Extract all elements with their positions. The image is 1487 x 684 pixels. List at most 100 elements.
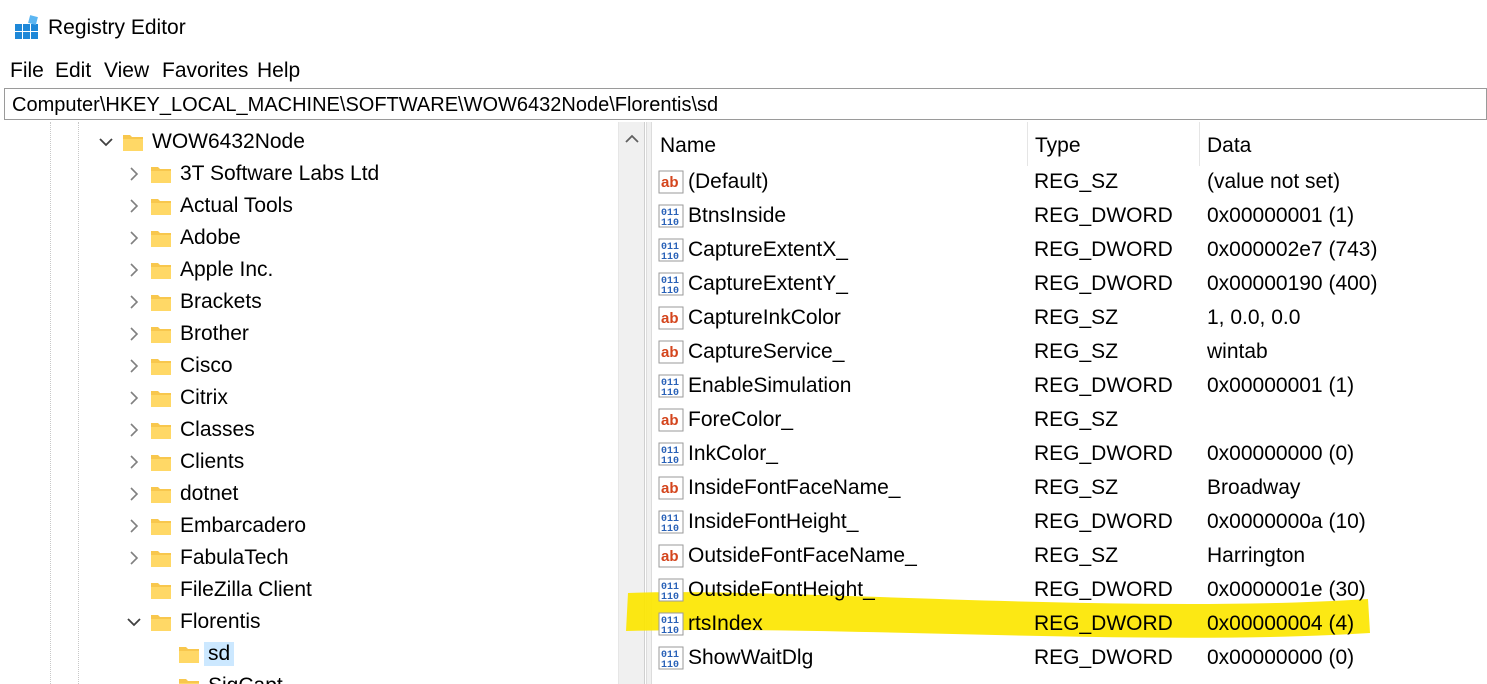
value-row[interactable]: 011 110 CaptureExtentY_ REG_DWORD 0x000001… — [652, 267, 1487, 301]
tree-node[interactable]: Embarcadero — [4, 511, 614, 541]
value-name[interactable]: rtsIndex — [688, 612, 763, 636]
chevron-right-icon[interactable] — [126, 486, 142, 502]
value-row[interactable]: 011 110 InsideFontHeight_ REG_DWORD 0x0000… — [652, 505, 1487, 539]
address-path[interactable]: Computer\HKEY_LOCAL_MACHINE\SOFTWARE\WOW… — [12, 94, 718, 117]
value-row[interactable]: ab OutsideFontFaceName_ REG_SZ Harrington — [652, 539, 1487, 573]
chevron-right-icon[interactable] — [126, 198, 142, 214]
value-row[interactable]: ab CaptureService_ REG_SZ wintab — [652, 335, 1487, 369]
value-row[interactable]: ab CaptureInkColor REG_SZ 1, 0.0, 0.0 — [652, 301, 1487, 335]
chevron-down-icon[interactable] — [126, 614, 142, 630]
tree-node[interactable]: FabulaTech — [4, 543, 614, 573]
value-row[interactable]: 011 110 CaptureExtentX_ REG_DWORD 0x000002… — [652, 233, 1487, 267]
scroll-up-arrow-icon[interactable] — [625, 134, 639, 144]
tree-node-label[interactable]: Adobe — [176, 226, 245, 250]
value-name[interactable]: OutsideFontFaceName_ — [688, 544, 917, 568]
value-name[interactable]: InkColor_ — [688, 442, 778, 466]
chevron-right-icon[interactable] — [126, 262, 142, 278]
tree-node-label[interactable]: Actual Tools — [176, 194, 297, 218]
value-row[interactable]: 011 110 rtsIndex REG_DWORD 0x00000004 (4) — [652, 607, 1487, 641]
svg-text:ab: ab — [661, 344, 679, 361]
tree-node-label[interactable]: Clients — [176, 450, 248, 474]
chevron-right-icon[interactable] — [126, 550, 142, 566]
tree-node-label[interactable]: SigCapt — [204, 674, 287, 684]
value-type: REG_SZ — [1034, 340, 1119, 363]
tree-node-label[interactable]: sd — [204, 642, 235, 666]
value-row[interactable]: 011 110 InkColor_ REG_DWORD 0x00000000 (0) — [652, 437, 1487, 471]
tree-node-label[interactable]: Brother — [176, 322, 253, 346]
tree-node[interactable]: Brackets — [4, 287, 614, 317]
chevron-right-icon[interactable] — [126, 454, 142, 470]
tree-node-label[interactable]: Brackets — [176, 290, 266, 314]
tree-node-label[interactable]: dotnet — [176, 482, 242, 506]
tree-node[interactable]: Citrix — [4, 383, 614, 413]
tree-node[interactable]: Adobe — [4, 223, 614, 253]
value-row[interactable]: ab (Default) REG_SZ (value not set) — [652, 165, 1487, 199]
tree-node[interactable]: Clients — [4, 447, 614, 477]
tree-node-label[interactable]: FileZilla Client — [176, 578, 316, 602]
value-row[interactable]: 011 110 OutsideFontHeight_ REG_DWORD 0x000… — [652, 573, 1487, 607]
values-list-pane[interactable]: Name Type Data ab (Default) REG_SZ (value … — [652, 122, 1487, 684]
chevron-right-icon[interactable] — [126, 230, 142, 246]
folder-icon — [151, 167, 171, 183]
tree-node-label[interactable]: Florentis — [176, 610, 265, 634]
value-name[interactable]: (Default) — [688, 170, 769, 194]
value-name[interactable]: CaptureService_ — [688, 340, 844, 364]
tree-node[interactable]: Classes — [4, 415, 614, 445]
chevron-down-icon[interactable] — [98, 134, 114, 150]
value-name[interactable]: ForeColor_ — [688, 408, 793, 432]
tree-node-label[interactable]: Classes — [176, 418, 259, 442]
tree-node[interactable]: sd — [4, 639, 614, 669]
tree-node[interactable]: Florentis — [4, 607, 614, 637]
value-row[interactable]: 011 110 EnableSimulation REG_DWORD 0x00000… — [652, 369, 1487, 403]
tree-node-label[interactable]: Citrix — [176, 386, 232, 410]
chevron-right-icon[interactable] — [126, 390, 142, 406]
tree-node-label[interactable]: WOW6432Node — [148, 130, 309, 154]
tree-node[interactable]: Actual Tools — [4, 191, 614, 221]
value-row[interactable]: ab InsideFontFaceName_ REG_SZ Broadway — [652, 471, 1487, 505]
tree-node-label[interactable]: Apple Inc. — [176, 258, 277, 282]
chevron-right-icon[interactable] — [126, 518, 142, 534]
value-type: REG_SZ — [1034, 408, 1119, 431]
tree-node[interactable]: WOW6432Node — [4, 127, 614, 157]
chevron-right-icon[interactable] — [126, 166, 142, 182]
tree-node[interactable]: Apple Inc. — [4, 255, 614, 285]
chevron-right-icon[interactable] — [126, 326, 142, 342]
tree-node-label[interactable]: Embarcadero — [176, 514, 310, 538]
value-name[interactable]: CaptureExtentX_ — [688, 238, 848, 262]
key-tree-pane[interactable]: WOW6432Node 3T Software Labs Ltd Actual … — [4, 122, 645, 684]
chevron-right-icon[interactable] — [126, 358, 142, 374]
value-name[interactable]: CaptureInkColor — [688, 306, 841, 330]
tree-node-label[interactable]: 3T Software Labs Ltd — [176, 162, 383, 186]
value-name[interactable]: EnableSimulation — [688, 374, 851, 398]
tree-node[interactable]: 3T Software Labs Ltd — [4, 159, 614, 189]
menu-edit[interactable]: Edit — [55, 59, 91, 83]
column-header-data[interactable]: Data — [1199, 122, 1487, 166]
menu-favorites[interactable]: Favorites — [162, 59, 248, 83]
tree-node-label[interactable]: FabulaTech — [176, 546, 293, 570]
column-header-name[interactable]: Name — [652, 122, 1027, 166]
chevron-right-icon[interactable] — [126, 294, 142, 310]
value-row[interactable]: ab ForeColor_ REG_SZ — [652, 403, 1487, 437]
tree-node[interactable]: Cisco — [4, 351, 614, 381]
menu-file[interactable]: File — [10, 59, 44, 83]
value-name[interactable]: BtnsInside — [688, 204, 786, 228]
value-name[interactable]: ShowWaitDlg — [688, 646, 813, 670]
value-row[interactable]: 011 110 ShowWaitDlg REG_DWORD 0x00000000 (… — [652, 641, 1487, 675]
value-name[interactable]: CaptureExtentY_ — [688, 272, 848, 296]
chevron-right-icon[interactable] — [126, 422, 142, 438]
tree-node[interactable]: dotnet — [4, 479, 614, 509]
tree-node[interactable]: SigCapt — [4, 671, 614, 684]
address-bar[interactable]: Computer\HKEY_LOCAL_MACHINE\SOFTWARE\WOW… — [4, 88, 1487, 120]
value-name[interactable]: InsideFontHeight_ — [688, 510, 858, 534]
tree-node[interactable]: Brother — [4, 319, 614, 349]
menu-view[interactable]: View — [104, 59, 149, 83]
value-name[interactable]: OutsideFontHeight_ — [688, 578, 875, 602]
tree-node-label[interactable]: Cisco — [176, 354, 237, 378]
value-row[interactable]: 011 110 BtnsInside REG_DWORD 0x00000001 (1… — [652, 199, 1487, 233]
value-data: 0x00000004 (4) — [1207, 612, 1355, 635]
column-header-type[interactable]: Type — [1027, 122, 1199, 166]
value-name[interactable]: InsideFontFaceName_ — [688, 476, 900, 500]
tree-node[interactable]: FileZilla Client — [4, 575, 614, 605]
menu-help[interactable]: Help — [257, 59, 300, 83]
value-type: REG_SZ — [1034, 544, 1119, 567]
